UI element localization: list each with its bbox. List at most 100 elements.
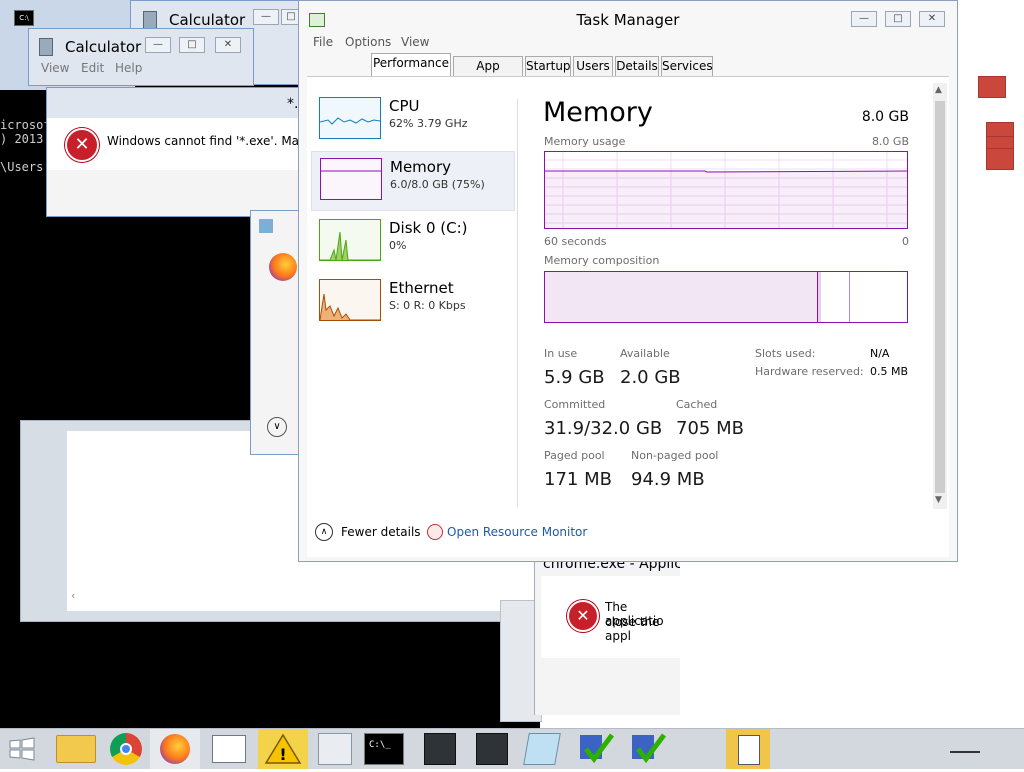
minimize-button[interactable]: — [145, 37, 171, 53]
memory-total: 8.0 GB [861, 109, 909, 125]
sidebar-item-disk[interactable]: Disk 0 (C:) 0% [311, 213, 513, 267]
calculator-window[interactable]: Calculator — □ ✕ View Edit Help [28, 28, 254, 86]
nonpaged-pool-label: Non-paged pool [631, 449, 719, 462]
memory-heading: Memory [543, 97, 653, 128]
calculator-menu-view[interactable]: View [41, 61, 69, 75]
notepad-icon[interactable] [523, 733, 561, 765]
file-explorer-icon[interactable] [56, 735, 96, 763]
tab-details[interactable]: Details [615, 56, 659, 76]
app-icon-dark-1[interactable] [424, 733, 456, 765]
minimize-button[interactable]: — [253, 9, 279, 25]
sidebar-item-memory[interactable]: Memory 6.0/8.0 GB (75%) [311, 151, 515, 211]
window-app-icon[interactable] [212, 735, 246, 763]
slots-used-label: Slots used: [755, 347, 816, 360]
tab-startup[interactable]: Startup [525, 56, 571, 76]
task-manager-title: Task Manager [576, 11, 680, 29]
available-value: 2.0 GB [620, 367, 681, 388]
calculator-menu-edit[interactable]: Edit [81, 61, 104, 75]
close-button[interactable] [986, 148, 1014, 170]
close-button[interactable]: ✕ [919, 11, 945, 27]
slots-used-value: N/A [870, 347, 890, 360]
error-dialog[interactable]: *. ✕ Windows cannot find '*.exe'. Make s [46, 87, 302, 217]
firefox-dialog[interactable]: ∨ [250, 210, 302, 455]
error-dialog-titlebar[interactable]: *. [47, 88, 301, 118]
memory-usage-grid [545, 152, 908, 228]
task-manager-icon [309, 13, 325, 27]
maximize-button[interactable]: □ [179, 37, 205, 53]
cpu-sparkline-graph [319, 117, 381, 125]
app-icon-dark-2[interactable] [476, 733, 508, 765]
checkmark-warning-icon[interactable] [578, 731, 614, 767]
tab-users[interactable]: Users [573, 56, 613, 76]
ethernet-sparkline-graph [319, 293, 380, 321]
check-icon [580, 733, 614, 764]
chrome-icon[interactable] [110, 733, 142, 765]
committed-label: Committed [544, 398, 606, 411]
command-prompt-icon[interactable]: C:\_ [364, 733, 404, 765]
taskbar: ! C:\_ [0, 728, 1024, 769]
sidebar-item-cpu[interactable]: CPU 62% 3.79 GHz [311, 91, 513, 145]
close-button[interactable]: ✕ [215, 37, 241, 53]
scroll-left-arrow[interactable]: ‹ [71, 589, 75, 602]
in-use-label: In use [544, 347, 578, 360]
minimize-button[interactable]: — [851, 11, 877, 27]
error-dialog-message: Windows cannot find '*.exe'. Make s [107, 134, 301, 148]
menu-file[interactable]: File [313, 35, 333, 49]
menu-view[interactable]: View [401, 35, 429, 49]
firefox-dialog-icon [259, 219, 273, 233]
memory-composition-label: Memory composition [544, 254, 660, 267]
scroll-thumb[interactable] [935, 101, 945, 493]
memory-usage-label: Memory usage [544, 135, 626, 148]
error-icon: ✕ [567, 600, 599, 632]
sidebar-item-ethernet[interactable]: Ethernet S: 0 R: 0 Kbps [311, 273, 513, 327]
calculator-back-title: Calculator [169, 11, 246, 29]
memory-composition-bar [544, 271, 908, 323]
available-label: Available [620, 347, 670, 360]
expand-chevron-icon[interactable]: ∨ [267, 417, 287, 437]
scroll-down-arrow[interactable]: ▼ [935, 495, 942, 505]
svg-text:!: ! [279, 745, 286, 764]
checkmark-warning-icon-2[interactable] [630, 731, 666, 767]
start-button[interactable] [8, 737, 36, 761]
chrome-error-dialog[interactable]: chrome.exe - Applic ✕ The applicatio clo… [534, 556, 681, 715]
chrome-icon-center [120, 743, 132, 755]
memory-graph-time-right: 0 [902, 235, 909, 248]
sidebar-item-ethernet-name: Ethernet [389, 279, 454, 297]
task-manager-window[interactable]: Task Manager — □ ✕ File Options View Per… [298, 0, 958, 562]
performance-panel: CPU 62% 3.79 GHz Memory 6.0/8.0 GB (75%)… [307, 76, 949, 557]
calculator-title: Calculator [65, 38, 142, 56]
calculator-icon [738, 735, 760, 765]
error-dialog-title: *. [287, 96, 299, 112]
ethernet-sparkline [319, 279, 381, 321]
menu-options[interactable]: Options [345, 35, 391, 49]
fewer-details-label: Fewer details [341, 525, 421, 539]
vertical-scrollbar[interactable]: ▲ ▼ [933, 83, 947, 509]
warning-app-icon[interactable]: ! [258, 729, 308, 769]
sidebar-item-disk-name: Disk 0 (C:) [389, 219, 468, 237]
sidebar-item-ethernet-detail: S: 0 R: 0 Kbps [389, 299, 466, 312]
tab-services[interactable]: Services [661, 56, 713, 76]
console-line: icrosof [0, 118, 48, 132]
calculator-menu-help[interactable]: Help [115, 61, 142, 75]
cmd-prompt-label: C:\_ [369, 740, 391, 750]
in-use-value: 5.9 GB [544, 367, 605, 388]
tab-app-history[interactable]: App history [453, 56, 523, 91]
sidebar-item-memory-detail: 6.0/8.0 GB (75%) [390, 178, 485, 191]
task-manager-titlebar[interactable]: Task Manager — □ ✕ [299, 1, 957, 33]
tray-area [950, 751, 980, 771]
tab-performance[interactable]: Performance [371, 53, 451, 77]
maximize-button[interactable]: □ [885, 11, 911, 27]
cached-label: Cached [676, 398, 718, 411]
firefox-taskbar-icon[interactable] [150, 729, 200, 769]
firefox-icon [269, 253, 297, 281]
close-button[interactable] [978, 76, 1006, 98]
calculator-taskbar-icon[interactable] [726, 729, 770, 769]
memory-usage-max: 8.0 GB [871, 135, 909, 148]
composition-in-use [545, 272, 818, 322]
memory-sparkline [320, 158, 382, 200]
memory-graph-time-left: 60 seconds [544, 235, 607, 248]
scroll-up-arrow[interactable]: ▲ [935, 85, 942, 95]
firefox-icon [160, 734, 190, 764]
performance-app-icon[interactable] [318, 733, 352, 765]
sidebar-item-cpu-name: CPU [389, 97, 420, 115]
